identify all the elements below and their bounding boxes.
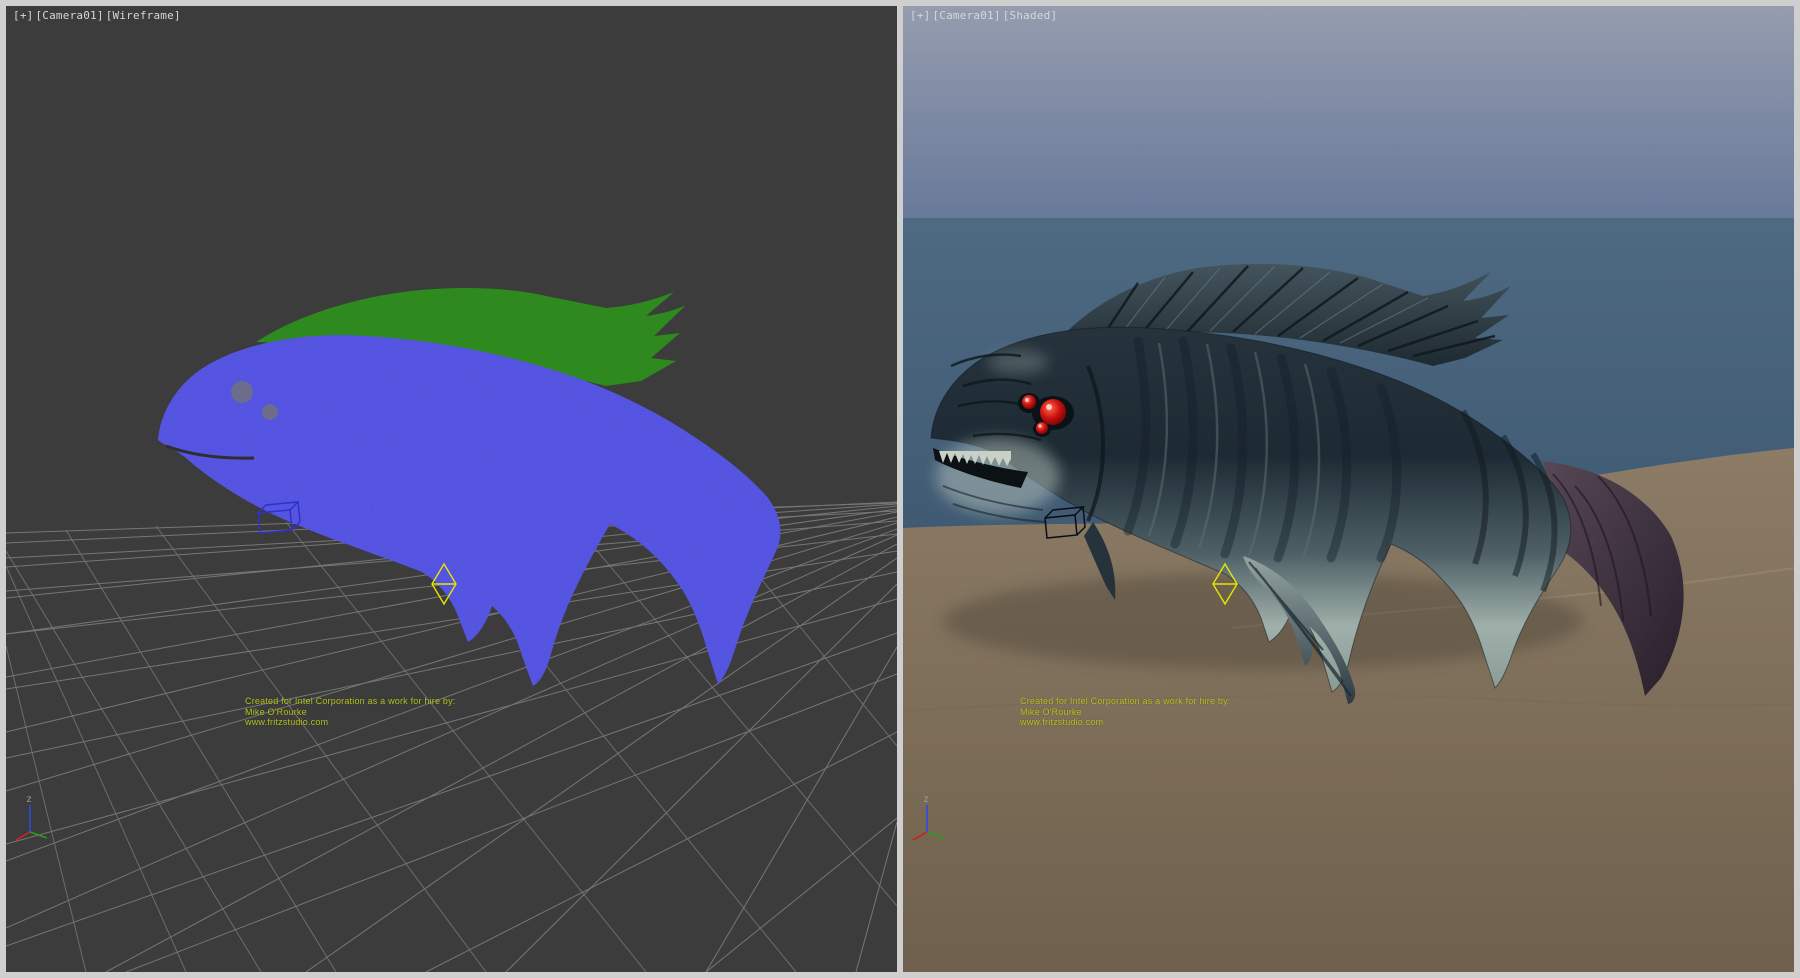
credit-line-2: Mike O'Rourke <box>245 707 456 718</box>
world-axis-tripod: z <box>911 792 957 848</box>
viewport-menu-pov[interactable]: [Camera01] <box>932 10 1000 22</box>
viewport-menu-shading[interactable]: [Wireframe] <box>106 10 181 22</box>
credit-line-3: www.fritzstudio.com <box>245 717 456 728</box>
axis-y-line <box>30 832 47 838</box>
credit-line-1: Created for Intel Corporation as a work … <box>1020 696 1231 707</box>
axis-y-line <box>927 832 944 838</box>
credit-line-2: Mike O'Rourke <box>1020 707 1231 718</box>
viewport-menu-pov[interactable]: [Camera01] <box>35 10 103 22</box>
scene-credit-text: Created for Intel Corporation as a work … <box>245 696 456 728</box>
axis-x-line <box>16 832 30 840</box>
fish-wireframe-object[interactable] <box>158 288 780 686</box>
viewport-shaded[interactable]: [+] [Camera01] [Shaded] <box>903 6 1794 972</box>
viewport-menu-general[interactable]: [+] <box>13 10 33 22</box>
viewport-label-shaded: [+] [Camera01] [Shaded] <box>910 10 1057 22</box>
viewport-area: [+] [Camera01] [Wireframe] <box>0 0 1800 978</box>
credit-line-1: Created for Intel Corporation as a work … <box>245 696 456 707</box>
viewport-menu-shading[interactable]: [Shaded] <box>1003 10 1058 22</box>
viewport-menu-general[interactable]: [+] <box>910 10 930 22</box>
shaded-scene-canvas[interactable] <box>903 6 1794 972</box>
axis-x-line <box>913 832 927 840</box>
viewport-wireframe[interactable]: [+] [Camera01] [Wireframe] <box>6 6 897 972</box>
axis-z-label: z <box>26 794 32 805</box>
credit-line-3: www.fritzstudio.com <box>1020 717 1231 728</box>
world-axis-tripod: z <box>14 792 60 848</box>
viewport-label-wireframe: [+] [Camera01] [Wireframe] <box>13 10 181 22</box>
axis-z-label: z <box>923 794 929 805</box>
wireframe-scene-canvas[interactable] <box>6 6 897 972</box>
scene-credit-text: Created for Intel Corporation as a work … <box>1020 696 1231 728</box>
sky <box>903 6 1794 218</box>
